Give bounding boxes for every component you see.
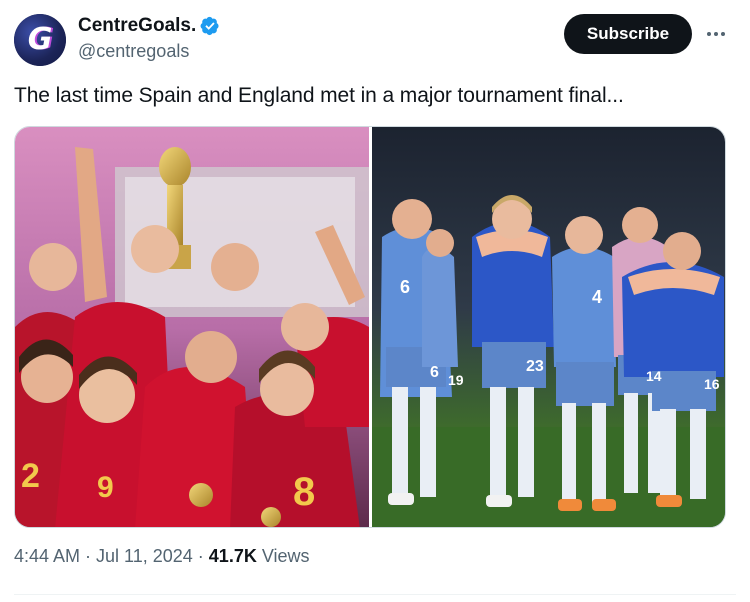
verified-badge-icon — [200, 16, 220, 36]
author-handle[interactable]: @centregoals — [78, 41, 220, 62]
england-dejected-photo[interactable]: 6 6 19 23 4 14 16 — [372, 127, 726, 528]
author-block: CentreGoals. @centregoals — [78, 14, 220, 62]
avatar[interactable]: G — [14, 14, 66, 66]
subscribe-button[interactable]: Subscribe — [564, 14, 692, 54]
meta-separator: · — [85, 546, 92, 566]
more-horizontal-icon[interactable] — [704, 22, 728, 46]
avatar-logo-letter: G — [27, 22, 53, 57]
spain-celebration-photo[interactable]: 8 2 9 — [15, 127, 369, 528]
jersey-number: 19 — [448, 372, 464, 388]
post-date[interactable]: Jul 11, 2024 — [96, 546, 193, 567]
views-count: 41.7K — [208, 546, 257, 566]
author-display-name[interactable]: CentreGoals. — [78, 15, 196, 37]
post-media[interactable]: 8 2 9 6 6 19 23 4 14 16 — [14, 126, 726, 528]
post-meta: 4:44 AM · Jul 11, 2024 · 41.7K Views — [14, 546, 310, 567]
jersey-number: 2 — [21, 457, 40, 495]
post-time[interactable]: 4:44 AM — [14, 546, 80, 567]
author-name-row: CentreGoals. — [78, 14, 220, 38]
jersey-number: 4 — [592, 287, 602, 307]
views-label: Views — [261, 546, 310, 566]
jersey-number: 23 — [526, 358, 544, 375]
jersey-number: 16 — [704, 376, 720, 392]
jersey-number: 6 — [430, 364, 439, 381]
post-text: The last time Spain and England met in a… — [14, 84, 624, 107]
tweet: G CentreGoals. @centregoals Subscribe Th… — [0, 0, 750, 602]
meta-separator: · — [197, 546, 204, 566]
jersey-number: 14 — [646, 368, 662, 384]
jersey-number: 9 — [97, 471, 114, 504]
jersey-number: 6 — [400, 277, 410, 297]
divider — [14, 594, 736, 595]
jersey-number: 8 — [293, 470, 315, 514]
